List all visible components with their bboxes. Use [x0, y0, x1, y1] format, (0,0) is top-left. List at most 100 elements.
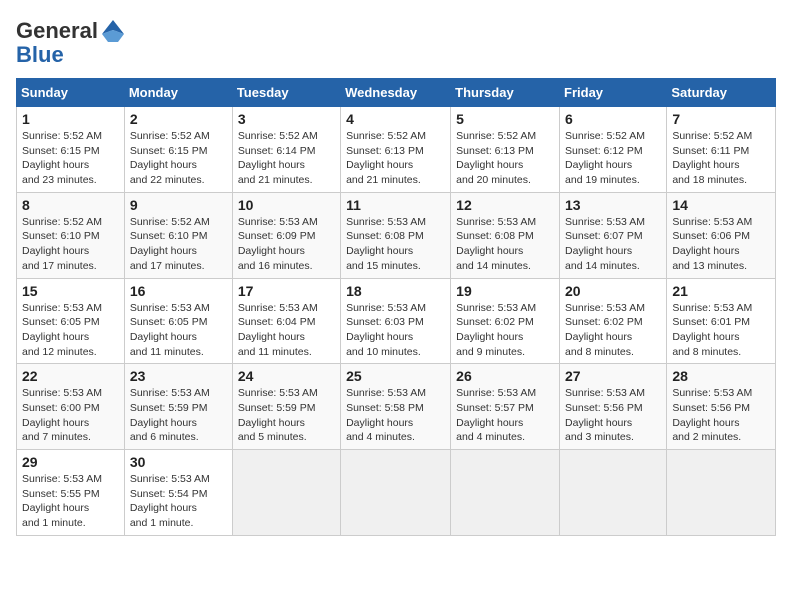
- day-info: Sunrise: 5:53 AMSunset: 6:02 PMDaylight …: [565, 302, 645, 358]
- day-info: Sunrise: 5:53 AMSunset: 5:59 PMDaylight …: [238, 387, 318, 443]
- calendar-day: 8Sunrise: 5:52 AMSunset: 6:10 PMDaylight…: [17, 192, 125, 278]
- day-number: 5: [456, 111, 554, 127]
- weekday-header-friday: Friday: [560, 79, 667, 107]
- calendar-day: 18 Sunrise: 5:53 AMSunset: 6:03 PMDayligh…: [341, 278, 451, 364]
- logo-icon: [98, 16, 128, 46]
- calendar-day: 25 Sunrise: 5:53 AMSunset: 5:58 PMDayligh…: [341, 364, 451, 450]
- day-number: 10: [238, 197, 335, 213]
- day-number: 9: [130, 197, 227, 213]
- day-number: 6: [565, 111, 661, 127]
- logo: General Blue: [16, 16, 128, 68]
- page-header: General Blue: [16, 16, 776, 68]
- calendar-day: 22 Sunrise: 5:53 AMSunset: 6:00 PMDayligh…: [17, 364, 125, 450]
- calendar-day: 19Sunrise: 5:53 AMSunset: 6:02 PMDayligh…: [451, 278, 560, 364]
- calendar-day: 2 Sunrise: 5:52 AMSunset: 6:15 PMDaylight…: [124, 107, 232, 193]
- day-info: Sunrise: 5:52 AMSunset: 6:15 PMDaylight …: [22, 130, 102, 186]
- weekday-header-thursday: Thursday: [451, 79, 560, 107]
- calendar-day: 1 Sunrise: 5:52 AMSunset: 6:15 PMDaylight…: [17, 107, 125, 193]
- calendar-table: SundayMondayTuesdayWednesdayThursdayFrid…: [16, 78, 776, 536]
- day-info: Sunrise: 5:52 AMSunset: 6:11 PMDaylight …: [672, 130, 752, 186]
- day-info: Sunrise: 5:53 AMSunset: 5:56 PMDaylight …: [672, 387, 752, 443]
- day-info: Sunrise: 5:53 AMSunset: 6:09 PMDaylight …: [238, 216, 318, 272]
- day-number: 7: [672, 111, 770, 127]
- day-info: Sunrise: 5:53 AMSunset: 5:59 PMDaylight …: [130, 387, 210, 443]
- day-info: Sunrise: 5:53 AMSunset: 5:54 PMDaylight …: [130, 473, 210, 529]
- day-info: Sunrise: 5:52 AMSunset: 6:10 PMDaylight …: [130, 216, 210, 272]
- calendar-day: 9 Sunrise: 5:52 AMSunset: 6:10 PMDaylight…: [124, 192, 232, 278]
- calendar-day: [232, 450, 340, 536]
- day-number: 27: [565, 368, 661, 384]
- day-number: 15: [22, 283, 119, 299]
- calendar-day: 27 Sunrise: 5:53 AMSunset: 5:56 PMDayligh…: [560, 364, 667, 450]
- calendar-day: 30 Sunrise: 5:53 AMSunset: 5:54 PMDayligh…: [124, 450, 232, 536]
- calendar-day: 11 Sunrise: 5:53 AMSunset: 6:08 PMDayligh…: [341, 192, 451, 278]
- logo-general: General: [16, 18, 98, 44]
- calendar-day: 5 Sunrise: 5:52 AMSunset: 6:13 PMDaylight…: [451, 107, 560, 193]
- day-number: 13: [565, 197, 661, 213]
- calendar-day: 14 Sunrise: 5:53 AMSunset: 6:06 PMDayligh…: [667, 192, 776, 278]
- day-number: 24: [238, 368, 335, 384]
- day-number: 17: [238, 283, 335, 299]
- day-info: Sunrise: 5:53 AMSunset: 6:02 PMDaylight …: [456, 302, 536, 358]
- calendar-week-1: 1 Sunrise: 5:52 AMSunset: 6:15 PMDaylight…: [17, 107, 776, 193]
- day-number: 25: [346, 368, 445, 384]
- day-info: Sunrise: 5:53 AMSunset: 6:06 PMDaylight …: [672, 216, 752, 272]
- day-number: 16: [130, 283, 227, 299]
- calendar-day: 10 Sunrise: 5:53 AMSunset: 6:09 PMDayligh…: [232, 192, 340, 278]
- day-number: 2: [130, 111, 227, 127]
- weekday-header-tuesday: Tuesday: [232, 79, 340, 107]
- calendar-week-5: 29Sunrise: 5:53 AMSunset: 5:55 PMDayligh…: [17, 450, 776, 536]
- day-info: Sunrise: 5:53 AMSunset: 6:04 PMDaylight …: [238, 302, 318, 358]
- weekday-header-wednesday: Wednesday: [341, 79, 451, 107]
- calendar-day: 20 Sunrise: 5:53 AMSunset: 6:02 PMDayligh…: [560, 278, 667, 364]
- day-number: 12: [456, 197, 554, 213]
- day-number: 4: [346, 111, 445, 127]
- calendar-day: 4 Sunrise: 5:52 AMSunset: 6:13 PMDaylight…: [341, 107, 451, 193]
- calendar-day: 12Sunrise: 5:53 AMSunset: 6:08 PMDayligh…: [451, 192, 560, 278]
- day-number: 26: [456, 368, 554, 384]
- day-number: 20: [565, 283, 661, 299]
- calendar-day: [451, 450, 560, 536]
- calendar-day: 15 Sunrise: 5:53 AMSunset: 6:05 PMDayligh…: [17, 278, 125, 364]
- calendar-day: 6Sunrise: 5:52 AMSunset: 6:12 PMDaylight…: [560, 107, 667, 193]
- day-info: Sunrise: 5:53 AMSunset: 6:05 PMDaylight …: [130, 302, 210, 358]
- day-number: 3: [238, 111, 335, 127]
- day-number: 28: [672, 368, 770, 384]
- day-number: 21: [672, 283, 770, 299]
- day-number: 14: [672, 197, 770, 213]
- calendar-day: 3 Sunrise: 5:52 AMSunset: 6:14 PMDaylight…: [232, 107, 340, 193]
- calendar-day: 13 Sunrise: 5:53 AMSunset: 6:07 PMDayligh…: [560, 192, 667, 278]
- day-info: Sunrise: 5:53 AMSunset: 5:58 PMDaylight …: [346, 387, 426, 443]
- calendar-day: 7 Sunrise: 5:52 AMSunset: 6:11 PMDaylight…: [667, 107, 776, 193]
- day-number: 22: [22, 368, 119, 384]
- weekday-header-row: SundayMondayTuesdayWednesdayThursdayFrid…: [17, 79, 776, 107]
- weekday-header-monday: Monday: [124, 79, 232, 107]
- weekday-header-saturday: Saturday: [667, 79, 776, 107]
- calendar-day: 23Sunrise: 5:53 AMSunset: 5:59 PMDayligh…: [124, 364, 232, 450]
- calendar-day: 21 Sunrise: 5:53 AMSunset: 6:01 PMDayligh…: [667, 278, 776, 364]
- calendar-day: [667, 450, 776, 536]
- day-info: Sunrise: 5:53 AMSunset: 6:01 PMDaylight …: [672, 302, 752, 358]
- calendar-day: 26 Sunrise: 5:53 AMSunset: 5:57 PMDayligh…: [451, 364, 560, 450]
- day-info: Sunrise: 5:53 AMSunset: 6:00 PMDaylight …: [22, 387, 102, 443]
- day-info: Sunrise: 5:53 AMSunset: 6:03 PMDaylight …: [346, 302, 426, 358]
- day-info: Sunrise: 5:52 AMSunset: 6:13 PMDaylight …: [456, 130, 536, 186]
- day-info: Sunrise: 5:53 AMSunset: 6:05 PMDaylight …: [22, 302, 102, 358]
- day-number: 30: [130, 454, 227, 470]
- day-info: Sunrise: 5:53 AMSunset: 6:07 PMDaylight …: [565, 216, 645, 272]
- calendar-day: 28 Sunrise: 5:53 AMSunset: 5:56 PMDayligh…: [667, 364, 776, 450]
- day-number: 1: [22, 111, 119, 127]
- day-info: Sunrise: 5:53 AMSunset: 5:56 PMDaylight …: [565, 387, 645, 443]
- day-info: Sunrise: 5:52 AMSunset: 6:14 PMDaylight …: [238, 130, 318, 186]
- weekday-header-sunday: Sunday: [17, 79, 125, 107]
- day-info: Sunrise: 5:52 AMSunset: 6:10 PMDaylight …: [22, 216, 102, 272]
- day-info: Sunrise: 5:52 AMSunset: 6:13 PMDaylight …: [346, 130, 426, 186]
- day-number: 29: [22, 454, 119, 470]
- calendar-week-2: 8Sunrise: 5:52 AMSunset: 6:10 PMDaylight…: [17, 192, 776, 278]
- day-info: Sunrise: 5:53 AMSunset: 6:08 PMDaylight …: [346, 216, 426, 272]
- calendar-day: [341, 450, 451, 536]
- day-number: 11: [346, 197, 445, 213]
- day-info: Sunrise: 5:53 AMSunset: 5:57 PMDaylight …: [456, 387, 536, 443]
- day-info: Sunrise: 5:52 AMSunset: 6:15 PMDaylight …: [130, 130, 210, 186]
- day-number: 18: [346, 283, 445, 299]
